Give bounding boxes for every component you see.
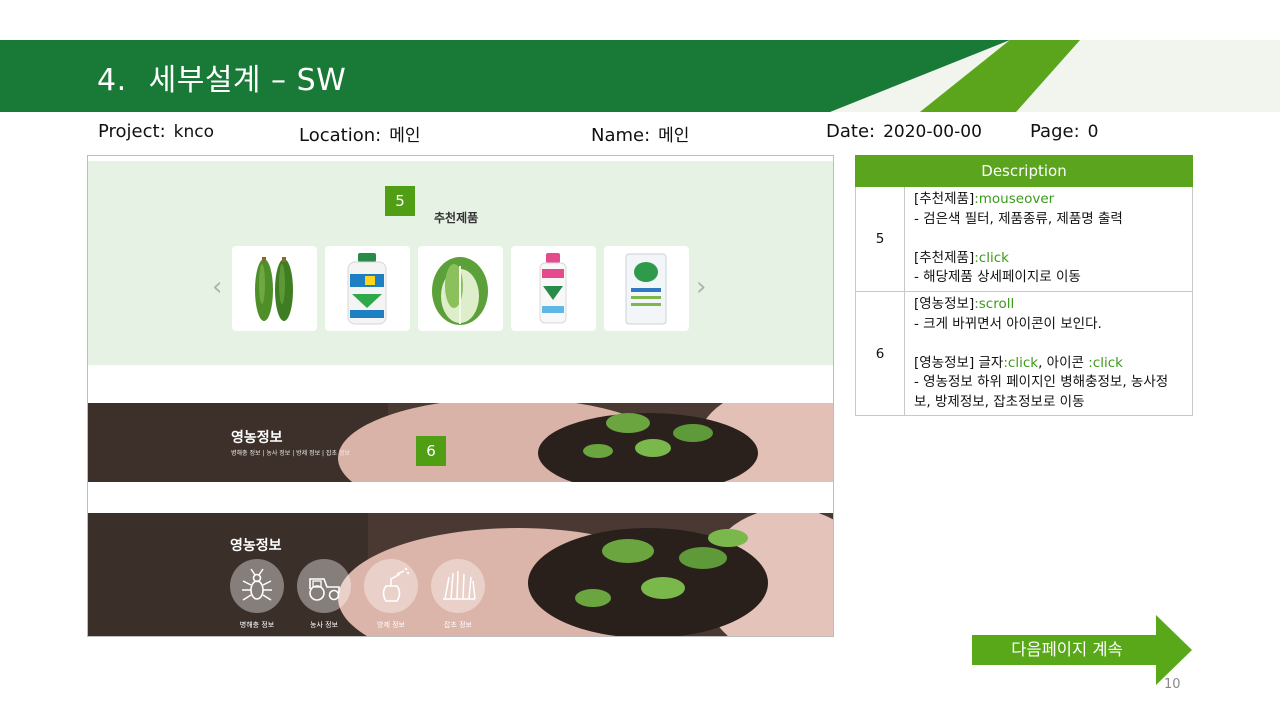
row-description: [영농정보]:scroll - 크게 바뀌면서 아이콘이 보인다. [영농정보]…	[904, 291, 1193, 416]
recommend-title: 추천제품	[434, 211, 479, 225]
icon-label-pest[interactable]: 병해충 정보	[222, 620, 292, 630]
tractor-icon[interactable]	[297, 559, 351, 613]
description-header: Description	[855, 155, 1193, 187]
banner-title-small[interactable]: 영농정보	[231, 427, 283, 447]
grass-icon[interactable]	[431, 559, 485, 613]
farm-info-banner-expanded: 영농정보 병해충 정보 농사 정보 방제 정보 잡초 정보	[88, 513, 833, 636]
row-number: 5	[855, 186, 905, 292]
meta-page: Page: 0	[1030, 121, 1099, 142]
section-title: 세부설계 – SW	[148, 63, 347, 98]
bug-icon[interactable]	[230, 559, 284, 613]
banner-submenu: 병해충 정보 | 농사 정보 | 방제 정보 | 잡초 정보	[231, 450, 350, 457]
banner-title-large[interactable]: 영농정보	[230, 535, 282, 555]
meta-location: Location: 메인	[299, 125, 421, 146]
slide-number: 10	[1164, 677, 1181, 692]
table-row: 6 [영농정보]:scroll - 크게 바뀌면서 아이콘이 보인다. [영농정…	[855, 291, 1193, 416]
product-card-cabbage[interactable]	[418, 246, 503, 331]
product-card-pesticide[interactable]	[325, 246, 410, 331]
row-description: [추천제품]:mouseover - 검은색 필터, 제품종류, 제품명 출력 …	[904, 186, 1193, 292]
next-page-button[interactable]: 다음페이지 계속	[972, 615, 1194, 685]
page-title: 4. 세부설계 – SW	[97, 55, 346, 99]
product-card-fertilizer[interactable]	[604, 246, 689, 331]
product-card-pink-bottle[interactable]	[511, 246, 596, 331]
next-page-label[interactable]: 다음페이지 계속	[972, 615, 1162, 685]
screen-mockup: 5 추천제품 ‹ › 영농정보 병해충 정보 | 농사 정보 | 방제 정보 |…	[87, 155, 834, 637]
row-number: 6	[855, 291, 905, 416]
pesticide-bottle-image	[347, 253, 387, 325]
meta-name: Name: 메인	[591, 125, 690, 146]
icon-label-control[interactable]: 방제 정보	[356, 620, 426, 630]
farm-info-banner-small[interactable]: 영농정보 병해충 정보 | 농사 정보 | 방제 정보 | 잡초 정보 6	[88, 403, 833, 482]
recommend-section: 5 추천제품 ‹ ›	[88, 161, 833, 365]
sprayer-icon[interactable]	[364, 559, 418, 613]
description-table: Description 5 [추천제품]:mouseover - 검은색 필터,…	[855, 155, 1193, 416]
meta-project: Project: knco	[98, 121, 215, 142]
annotation-badge-5: 5	[385, 186, 415, 216]
product-card-cucumber[interactable]	[232, 246, 317, 331]
meta-date: Date: 2020-00-00	[826, 121, 982, 142]
section-number: 4.	[97, 63, 127, 98]
chevron-left-icon[interactable]: ‹	[212, 274, 222, 300]
table-row: 5 [추천제품]:mouseover - 검은색 필터, 제품종류, 제품명 출…	[855, 186, 1193, 292]
icon-label-farming[interactable]: 농사 정보	[289, 620, 359, 630]
soil-hands-photo	[88, 403, 833, 482]
annotation-badge-6: 6	[416, 436, 446, 466]
cucumber-image	[255, 257, 293, 321]
cabbage-image	[432, 257, 488, 325]
fertilizer-bag-image	[625, 253, 667, 325]
chevron-right-icon[interactable]: ›	[696, 274, 706, 300]
pink-bottle-image	[539, 253, 567, 324]
icon-label-weed[interactable]: 잡초 정보	[423, 620, 493, 630]
